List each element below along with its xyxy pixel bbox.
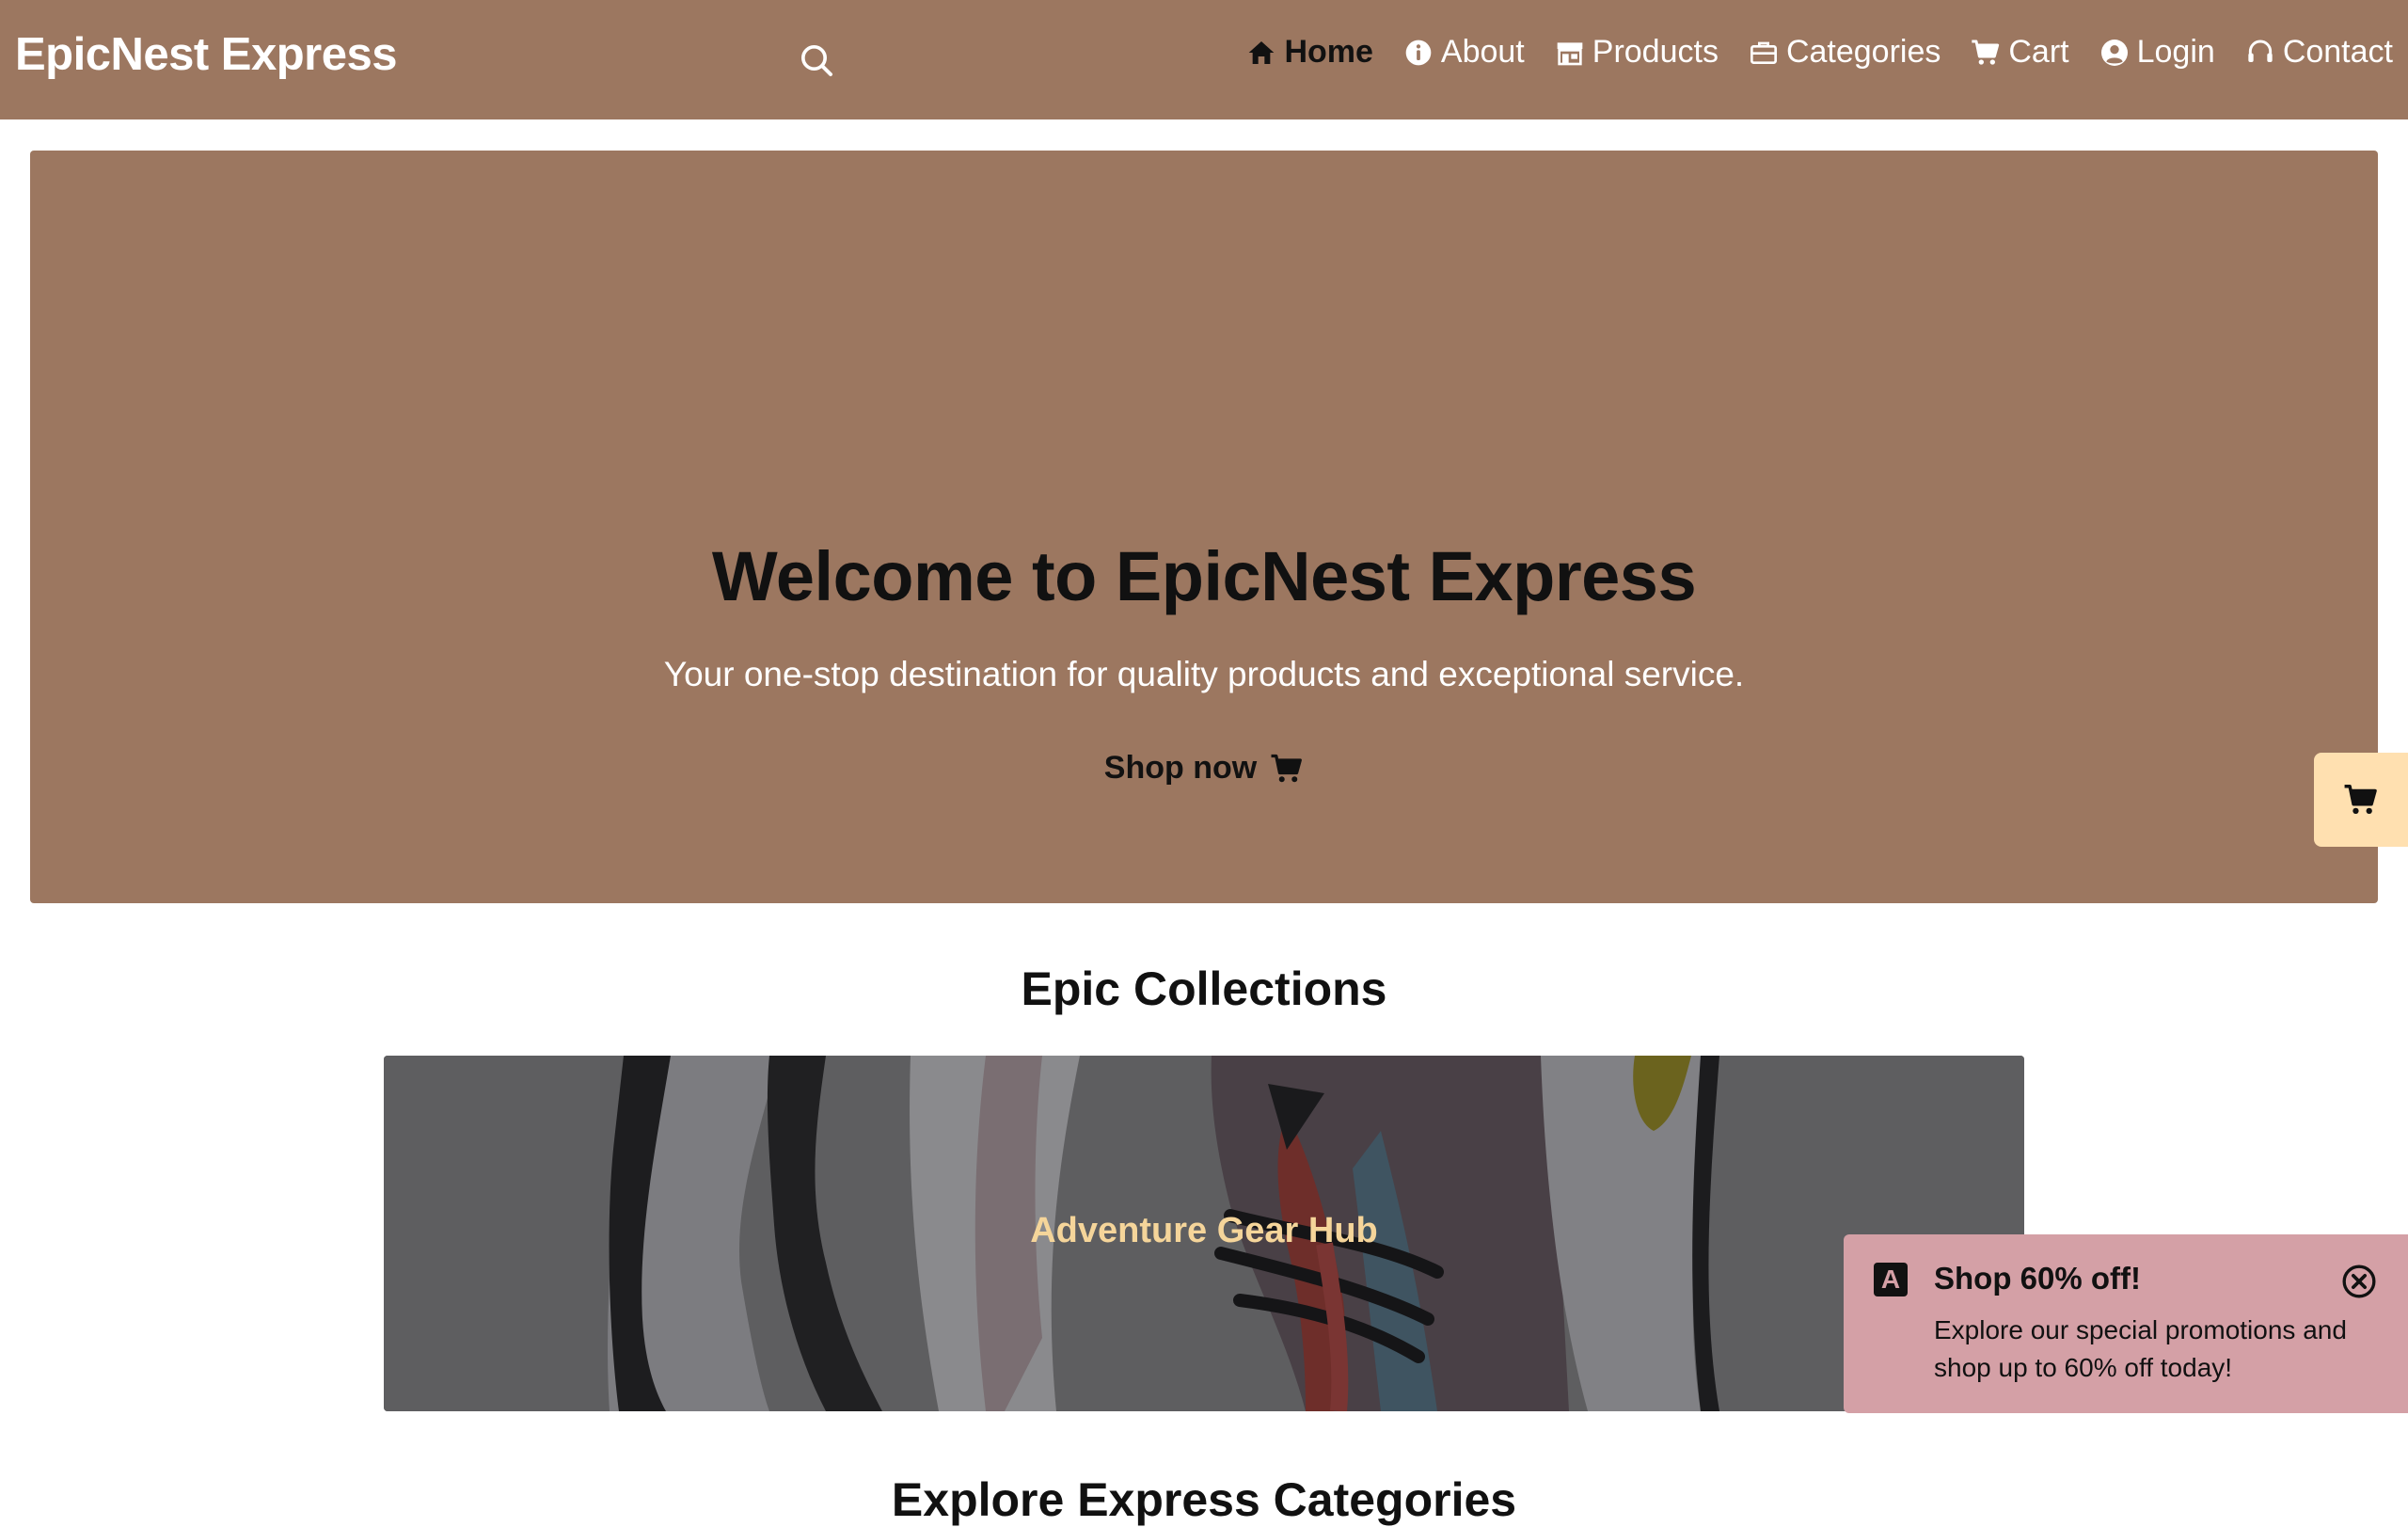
home-icon <box>1249 40 1275 64</box>
nav-home-label: Home <box>1284 34 1373 70</box>
categories-heading: Explore Express Categories <box>891 1473 1517 1526</box>
floating-cart-button[interactable] <box>2314 753 2408 847</box>
cart-icon <box>2344 785 2377 815</box>
store-icon <box>1557 41 1583 65</box>
cart-icon <box>1271 754 1303 782</box>
search-button[interactable] <box>798 41 835 79</box>
nav-categories[interactable]: Categories <box>1749 34 1941 71</box>
nav-about[interactable]: About <box>1403 34 1525 71</box>
shop-now-button[interactable]: Shop now <box>1082 750 1326 787</box>
info-icon <box>1405 40 1432 65</box>
nav-categories-label: Categories <box>1785 34 1941 70</box>
nav-contact-label: Contact <box>2282 34 2393 70</box>
top-navbar: EpicNest Express Home About Products Cat… <box>0 0 2408 119</box>
nav-home[interactable]: Home <box>1246 34 1373 71</box>
collection-card-adventure-gear-hub[interactable]: Adventure Gear Hub <box>384 1056 2024 1411</box>
briefcase-icon <box>1750 41 1777 64</box>
hero-subtitle: Your one-stop destination for quality pr… <box>663 655 1745 693</box>
collections-heading: Epic Collections <box>1021 962 1387 1015</box>
cart-icon <box>1972 40 2000 65</box>
brand-logo[interactable]: EpicNest Express <box>15 28 398 81</box>
nav-about-label: About <box>1440 34 1525 70</box>
promo-toast-title: Shop 60% off! <box>1934 1261 2141 1296</box>
nav-login[interactable]: Login <box>2099 34 2215 71</box>
headset-icon <box>2248 40 2273 62</box>
brand-a-icon: A <box>1874 1263 1908 1296</box>
promo-toast: A Shop 60% off! Explore our special prom… <box>1844 1234 2408 1413</box>
search-icon <box>801 45 832 76</box>
nav-cart-label: Cart <box>2008 34 2069 70</box>
close-circle-icon <box>2342 1265 2376 1298</box>
nav-contact[interactable]: Contact <box>2245 34 2393 71</box>
collection-label: Adventure Gear Hub <box>1030 1211 1378 1250</box>
user-circle-icon <box>2100 39 2128 66</box>
hero-title: Welcome to EpicNest Express <box>711 537 1697 615</box>
main-nav: Home About Products Categories Cart Logi… <box>1246 34 2393 71</box>
nav-products[interactable]: Products <box>1555 34 1719 71</box>
nav-login-label: Login <box>2136 34 2215 70</box>
nav-cart[interactable]: Cart <box>1971 34 2069 71</box>
hero-banner: Welcome to EpicNest Express Your one-sto… <box>30 151 2378 903</box>
promo-toast-body: Explore our special promotions and shop … <box>1934 1315 2347 1382</box>
toast-close-button[interactable] <box>2340 1263 2378 1300</box>
shop-now-label: Shop now <box>1103 750 1258 786</box>
nav-products-label: Products <box>1592 34 1719 70</box>
